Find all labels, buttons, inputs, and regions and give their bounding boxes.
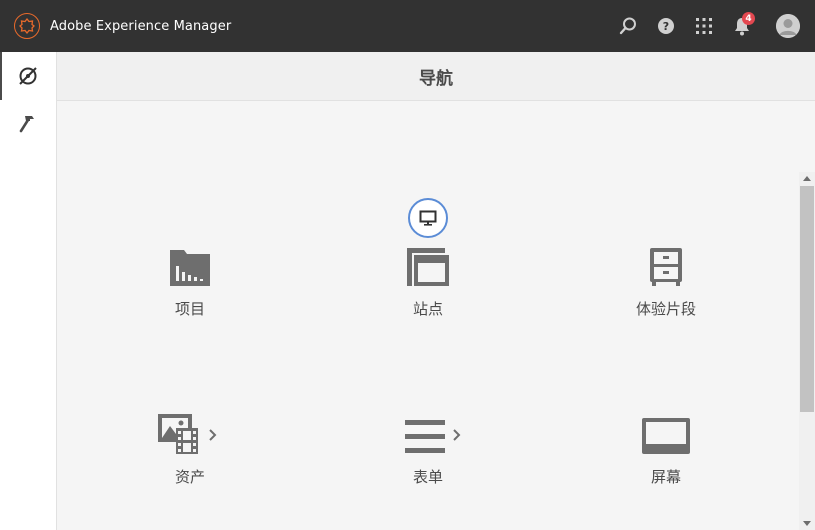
page-header: 导航 xyxy=(57,52,815,101)
sites-badge[interactable] xyxy=(408,198,448,238)
rail-item-tools[interactable] xyxy=(0,100,56,148)
projects-folder-chart-icon xyxy=(120,238,260,288)
notifications-button[interactable]: 4 xyxy=(723,0,761,52)
scrollbar-thumb[interactable] xyxy=(800,186,814,412)
monitor-icon xyxy=(419,210,437,226)
scroll-down-arrow-icon[interactable] xyxy=(799,518,815,530)
help-icon: ? xyxy=(658,18,674,34)
tile-label: 站点 xyxy=(412,300,443,318)
experience-fragments-cabinet-icon xyxy=(596,238,736,288)
assets-image-film-icon xyxy=(120,406,260,456)
top-bar: Adobe Experience Manager ? 4 xyxy=(0,0,815,52)
help-button[interactable]: ? xyxy=(647,0,685,52)
user-profile-button[interactable] xyxy=(761,0,815,52)
search-icon xyxy=(619,17,636,35)
apps-grid-icon xyxy=(696,18,712,34)
tile-sites[interactable]: 站点 xyxy=(358,238,498,358)
sites-windows-icon xyxy=(358,238,498,288)
tile-label: 项目 xyxy=(174,300,205,318)
tile-projects[interactable]: 项目 xyxy=(120,238,260,358)
tile-experience-fragments[interactable]: 体验片段 xyxy=(596,238,736,358)
forms-lines-icon xyxy=(358,406,498,456)
hammer-tools-icon xyxy=(19,116,34,133)
user-avatar-icon xyxy=(776,14,800,38)
search-button[interactable] xyxy=(609,0,647,52)
navigation-compass-icon xyxy=(19,67,37,85)
left-rail xyxy=(0,52,57,530)
tile-label: 表单 xyxy=(412,468,443,486)
tile-label: 资产 xyxy=(174,468,205,486)
navigation-tiles-area: 项目 站点 体验片段 资产 表单 屏幕 xyxy=(57,101,799,530)
notifications-count-badge: 4 xyxy=(742,12,755,25)
page-title: 导航 xyxy=(419,68,453,89)
brand[interactable]: Adobe Experience Manager xyxy=(14,0,231,52)
rail-item-navigation[interactable] xyxy=(0,52,56,100)
aem-logo-icon xyxy=(14,13,40,39)
app-title: Adobe Experience Manager xyxy=(50,18,232,34)
topbar-actions: ? 4 xyxy=(609,0,815,52)
svg-text:?: ? xyxy=(663,20,669,33)
screens-display-icon xyxy=(596,406,736,456)
vertical-scrollbar[interactable] xyxy=(799,172,815,530)
tile-screens[interactable]: 屏幕 xyxy=(596,406,736,526)
tile-label: 屏幕 xyxy=(650,468,681,486)
scroll-up-arrow-icon[interactable] xyxy=(799,172,815,184)
tile-forms[interactable]: 表单 xyxy=(358,406,498,526)
tile-assets[interactable]: 资产 xyxy=(120,406,260,526)
tile-label: 体验片段 xyxy=(635,300,696,318)
solutions-button[interactable] xyxy=(685,0,723,52)
